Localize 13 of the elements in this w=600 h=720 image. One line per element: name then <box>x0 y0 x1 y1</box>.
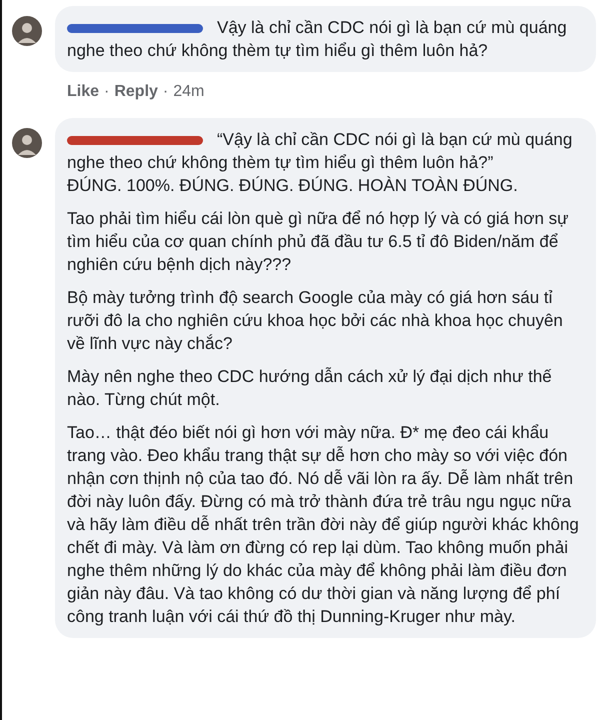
separator: · <box>104 82 110 102</box>
comment-text: Vậy là chỉ cần CDC nói gì là bạn cứ mù quáng nghe theo chứ không thèm tự tìm hiểu gì thêm luôn hả? <box>67 17 568 62</box>
like-link[interactable]: Like <box>67 80 100 104</box>
comment-text: Bộ mày tưởng trình độ search Google của mày có giá hơn sáu tỉ rưỡi đô la cho nghiên cứu khoa học bởi các nhà khoa học chuyên về lĩnh vực này chắc? <box>67 287 564 355</box>
separator: · <box>162 82 168 102</box>
avatar <box>12 16 42 46</box>
comment-text: Tao phải tìm hiểu cái lòn què gì nữa để nó hợp lý và có giá hơn sự tìm hiểu của cơ quan chính phủ đã đầu tư 6.5 tỉ đô Biden/năm để nghiên cứu bệnh dịch này??? <box>67 208 570 276</box>
comment-text: Mày nên nghe theo CDC hướng dẫn cách xử lý đại dịch như thế nào. Từng chút một. <box>67 366 553 411</box>
comment-text: “Vậy là chỉ cần CDC nói gì là bạn cứ mù quáng nghe theo chứ không thèm tự tìm hiểu gì thêm luôn hả?” ĐÚNG. 100%. ĐÚNG. ĐÚNG. ĐÚNG. HOÀN TOÀN ĐÚNG. <box>67 129 574 197</box>
reply-link[interactable]: Reply <box>114 80 158 104</box>
comment-text: Tao… thật đéo biết nói gì hơn với mày nữa. Đ* mẹ đeo cái khẩu trang vào. Đeo khẩu trang thật sự dễ hơn cho mày so với việc đón nhận cơn thịnh nộ của tao đó. Nó dễ vãi lòn ra ấy. Dễ làm nhất trên đời này luôn đấy. Đừng có mà trở thành đứa trẻ trâu ngu ngục nữa và hãy làm điều dễ nhất trên trần đời này để giúp người khác không chết đi mày. Và làm ơn đừng có rep lại dùm. Tao không muốn phải nghe thêm những lý do khác của mày để không phải làm điều đơn giản này đâu. Và tao không có dư thời gian và năng lượng để phí công tranh luận với cái thứ đồ thị Dunning-Kruger như mày. <box>67 422 580 628</box>
timestamp: 24m <box>173 82 204 102</box>
avatar <box>12 128 42 158</box>
